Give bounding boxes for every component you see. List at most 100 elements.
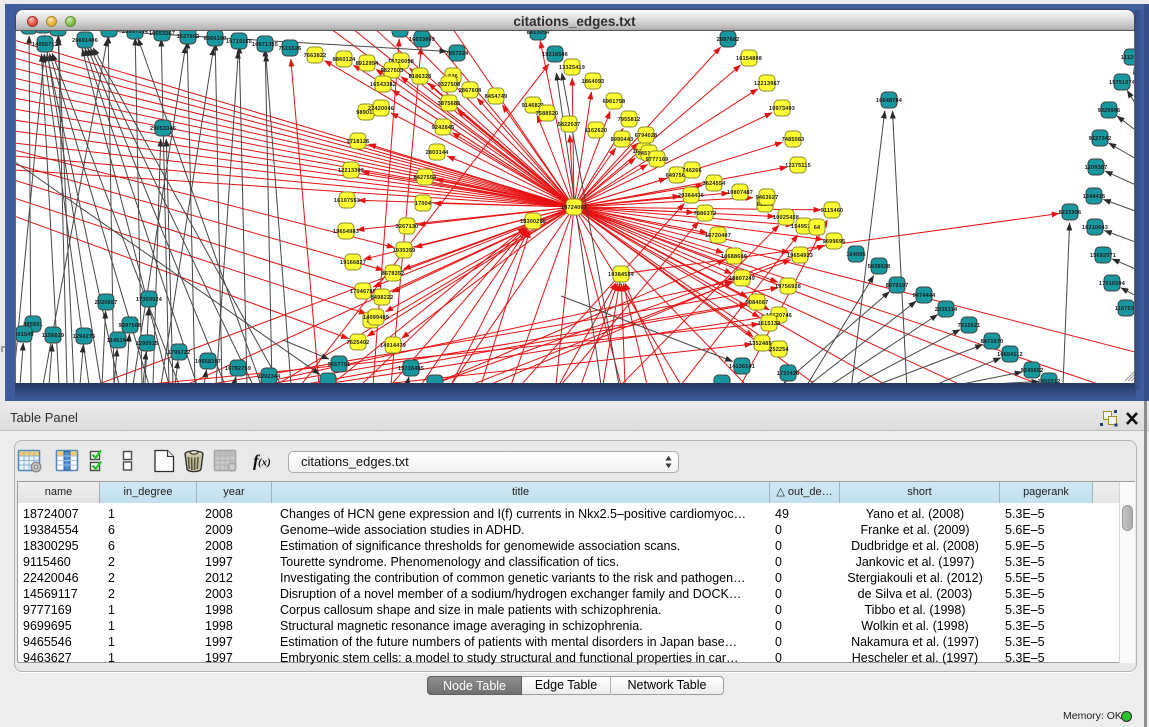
svg-text:10688609: 10688609 xyxy=(721,254,747,260)
svg-text:1162620: 1162620 xyxy=(585,128,608,134)
svg-text:746266: 746266 xyxy=(682,168,702,174)
svg-text:16648784: 16648784 xyxy=(876,98,903,104)
svg-text:9242845: 9242845 xyxy=(432,125,455,131)
svg-text:1244415: 1244415 xyxy=(1083,194,1106,200)
svg-text:10807487: 10807487 xyxy=(727,190,753,196)
svg-text:2718126: 2718126 xyxy=(347,139,370,145)
svg-text:8990443: 8990443 xyxy=(611,137,634,143)
svg-text:2887682: 2887682 xyxy=(717,37,740,43)
svg-text:2020657: 2020657 xyxy=(95,300,118,306)
svg-text:8678352: 8678352 xyxy=(382,271,405,277)
svg-text:1290515: 1290515 xyxy=(136,341,159,347)
svg-text:10973493: 10973493 xyxy=(769,106,795,112)
svg-text:1615132: 1615132 xyxy=(758,321,781,327)
svg-text:8813054: 8813054 xyxy=(527,31,551,36)
svg-text:7886372: 7886372 xyxy=(694,211,717,217)
svg-text:16543382: 16543382 xyxy=(370,82,396,88)
svg-text:10958107: 10958107 xyxy=(195,359,221,365)
svg-text:9474444: 9474444 xyxy=(913,293,937,299)
svg-text:16033809: 16033809 xyxy=(409,37,435,43)
svg-text:15751074: 15751074 xyxy=(1109,80,1135,86)
svg-text:8679197: 8679197 xyxy=(886,283,909,289)
svg-text:7515526: 7515526 xyxy=(279,46,302,52)
svg-text:8186328: 8186328 xyxy=(409,74,432,80)
svg-text:2450912: 2450912 xyxy=(1038,379,1061,383)
svg-text:18724007: 18724007 xyxy=(561,205,587,211)
svg-text:9827503: 9827503 xyxy=(381,68,404,74)
svg-text:1112643: 1112643 xyxy=(1121,55,1135,61)
svg-text:3875685: 3875685 xyxy=(438,101,461,107)
svg-text:10653267: 10653267 xyxy=(149,31,175,37)
svg-text:9777169: 9777169 xyxy=(646,157,669,163)
svg-text:2935114: 2935114 xyxy=(935,307,958,313)
svg-text:14136141: 14136141 xyxy=(729,364,755,370)
svg-text:18300295: 18300295 xyxy=(520,219,546,225)
svg-text:19654923: 19654923 xyxy=(787,253,813,259)
svg-text:14099489: 14099489 xyxy=(363,315,389,321)
svg-text:1733426: 1733426 xyxy=(777,371,800,377)
svg-text:9115460: 9115460 xyxy=(821,208,844,214)
svg-text:22420046: 22420046 xyxy=(368,106,394,112)
svg-text:10671355: 10671355 xyxy=(252,42,278,48)
svg-text:1294275: 1294275 xyxy=(73,334,96,340)
svg-text:1935359: 1935359 xyxy=(393,248,416,254)
svg-text:9245652: 9245652 xyxy=(1021,368,1044,374)
svg-text:20364436: 20364436 xyxy=(678,193,704,199)
svg-text:17359924: 17359924 xyxy=(136,297,163,303)
svg-text:19756928: 19756928 xyxy=(775,284,801,290)
svg-text:12213369: 12213369 xyxy=(338,168,364,174)
svg-text:5938928: 5938928 xyxy=(868,264,891,270)
svg-text:8912954: 8912954 xyxy=(356,61,380,67)
svg-text:1795722: 1795722 xyxy=(168,350,191,356)
svg-text:7625402: 7625402 xyxy=(347,340,370,346)
svg-text:391549: 391549 xyxy=(16,332,34,338)
svg-text:17016504: 17016504 xyxy=(1099,281,1126,287)
svg-text:(x): (x) xyxy=(258,457,271,469)
svg-text:14055712: 14055712 xyxy=(32,42,58,48)
svg-text:10025458: 10025458 xyxy=(773,215,799,221)
svg-text:9329966: 9329966 xyxy=(1098,108,1121,114)
svg-text:8215956: 8215956 xyxy=(1059,210,1082,216)
svg-text:9463627: 9463627 xyxy=(756,195,779,201)
svg-text:19654983: 19654983 xyxy=(333,229,359,235)
svg-text:252254: 252254 xyxy=(769,347,789,353)
svg-text:7955812: 7955812 xyxy=(618,117,641,123)
svg-text:13325419: 13325419 xyxy=(559,65,585,71)
svg-text:17004: 17004 xyxy=(415,201,432,207)
svg-text:6794028: 6794028 xyxy=(635,133,658,139)
svg-text:7588520: 7588520 xyxy=(536,111,559,117)
svg-text:16154808: 16154808 xyxy=(736,56,762,62)
svg-text:14914479: 14914479 xyxy=(380,343,406,349)
svg-text:6961758: 6961758 xyxy=(603,99,626,105)
svg-text:3267130: 3267130 xyxy=(396,224,419,230)
svg-text:6966160: 6966160 xyxy=(204,36,227,42)
svg-text:8427552: 8427552 xyxy=(414,175,437,181)
svg-text:1156829: 1156829 xyxy=(42,333,65,339)
svg-text:8471670: 8471670 xyxy=(981,339,1004,345)
svg-text:3624554: 3624554 xyxy=(703,181,727,187)
svg-text:15720407: 15720407 xyxy=(705,233,731,239)
svg-text:9227342: 9227342 xyxy=(1089,136,1112,142)
svg-text:9657791: 9657791 xyxy=(328,362,351,368)
svg-text:164095: 164095 xyxy=(846,252,866,258)
svg-text:19218506: 19218506 xyxy=(542,52,568,58)
svg-text:7663822: 7663822 xyxy=(304,53,327,59)
svg-text:9084067: 9084067 xyxy=(746,300,769,306)
svg-text:10719155: 10719155 xyxy=(226,39,252,45)
svg-text:20897104: 20897104 xyxy=(122,31,149,35)
svg-text:15692971: 15692971 xyxy=(1090,253,1116,259)
svg-text:9327508: 9327508 xyxy=(438,82,461,88)
svg-text:1145194: 1145194 xyxy=(107,338,130,344)
svg-text:16107553: 16107553 xyxy=(334,198,360,204)
svg-text:16210643: 16210643 xyxy=(1082,225,1108,231)
svg-text:1209387: 1209387 xyxy=(1085,165,1108,171)
svg-text:15716485: 15716485 xyxy=(398,366,424,372)
svg-text:18807249: 18807249 xyxy=(729,276,755,282)
svg-text:8454749: 8454749 xyxy=(485,94,508,100)
svg-text:20691406: 20691406 xyxy=(72,38,98,44)
svg-text:12375115: 12375115 xyxy=(785,163,811,169)
svg-text:9699695: 9699695 xyxy=(823,239,846,245)
svg-text:16782759: 16782759 xyxy=(225,366,251,372)
svg-text:8860124: 8860124 xyxy=(333,57,357,63)
svg-text:2803144: 2803144 xyxy=(426,150,450,156)
